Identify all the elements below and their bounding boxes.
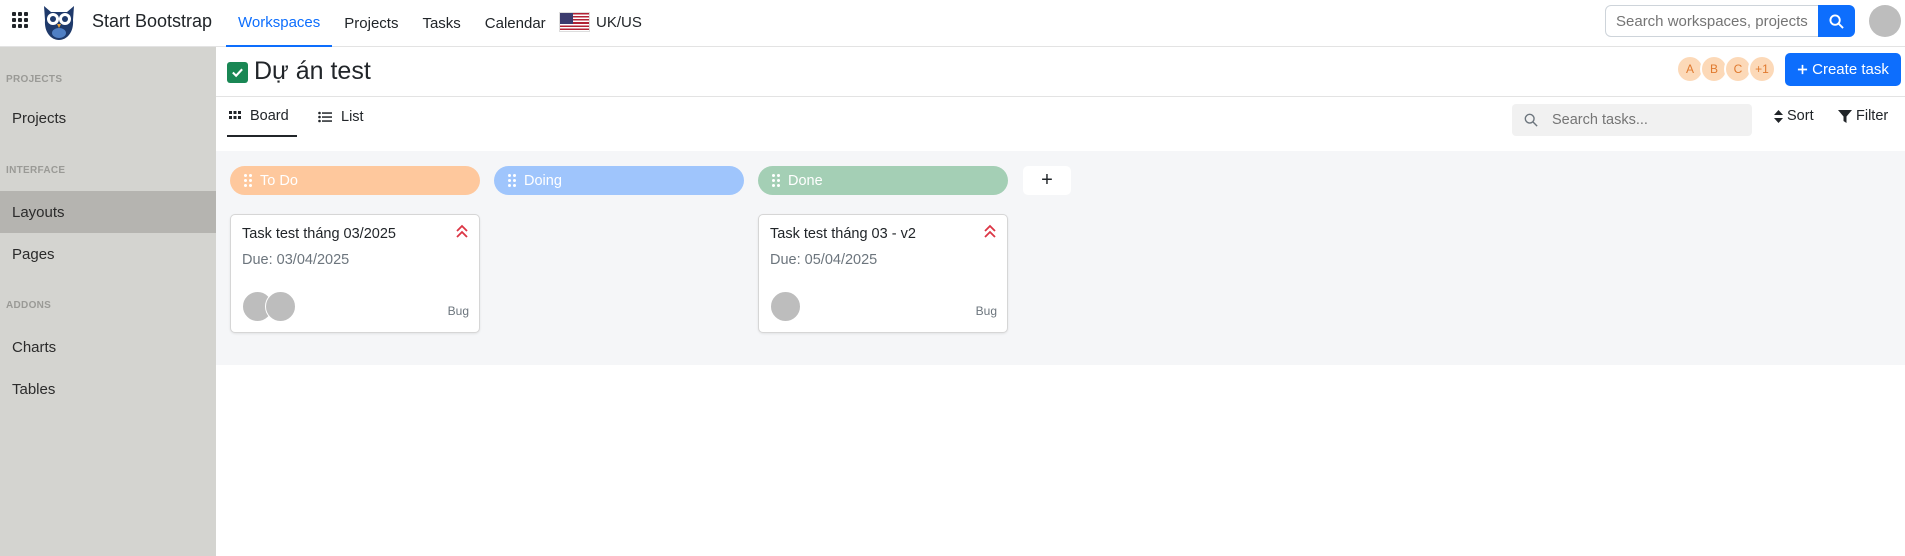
more-members-badge[interactable]: +1 [1748,55,1776,83]
nav-calendar[interactable]: Calendar [473,0,558,47]
drag-handle-icon[interactable] [508,174,516,187]
tab-board-label: Board [250,108,289,124]
task-search-input[interactable] [1552,112,1742,128]
task-due-date: Due: 05/04/2025 [770,252,878,268]
top-navbar: Start Bootstrap Workspaces Projects Task… [0,0,1905,47]
tab-list[interactable]: List [318,97,364,137]
owl-logo[interactable] [40,2,78,42]
create-task-label: Create task [1812,61,1889,78]
project-header: Dự án test A B C +1 Create task [216,47,1905,97]
plus-icon [1798,64,1808,75]
column-header-doing[interactable]: Doing [494,166,744,195]
sidebar-item-pages[interactable]: Pages [0,233,216,275]
task-search [1512,104,1752,136]
nav-workspaces[interactable]: Workspaces [226,0,333,47]
sidebar-heading-projects: PROJECTS [6,74,63,85]
search-icon [1829,13,1844,29]
nav-projects[interactable]: Projects [332,0,410,47]
high-priority-icon [456,224,468,238]
assignee-avatars [770,291,801,322]
sidebar-item-tables[interactable]: Tables [0,368,216,410]
sort-icon [1774,109,1783,123]
tab-board[interactable]: Board [227,97,297,137]
filter-icon [1838,109,1852,123]
board-toolbar: Board List Sort Filter [216,97,1905,151]
column-header-todo[interactable]: To Do [230,166,480,195]
sort-label: Sort [1787,108,1814,124]
high-priority-icon [984,224,996,238]
sidebar-item-charts[interactable]: Charts [0,326,216,368]
workspace-search-input[interactable] [1605,5,1819,37]
column-header-done[interactable]: Done [758,166,1008,195]
filter-label: Filter [1856,108,1889,124]
member-avatars[interactable]: A B C +1 [1676,55,1776,83]
create-task-button[interactable]: Create task [1785,53,1901,86]
sidebar-item-projects[interactable]: Projects [0,97,216,139]
locale-label: UK/US [596,13,642,31]
column-title: Doing [524,172,562,189]
nav-tasks[interactable]: Tasks [410,0,472,47]
brand-name[interactable]: Start Bootstrap [92,11,212,32]
column-title: Done [788,172,823,189]
sidebar-item-layouts[interactable]: Layouts [0,191,216,233]
assignee-avatars [242,291,296,322]
list-icon [318,111,332,123]
user-avatar[interactable] [1869,5,1901,37]
assignee-avatar[interactable] [770,291,801,322]
kanban-board: To Do Doing Done + Task test tháng 03/20… [216,151,1905,365]
task-title: Task test tháng 03/2025 [242,226,396,242]
checkbox-icon [227,62,248,83]
filter-button[interactable]: Filter [1838,108,1888,124]
search-icon [1524,113,1538,127]
task-tag: Bug [975,304,997,318]
task-due-date: Due: 03/04/2025 [242,252,350,268]
locale-selector[interactable]: UK/US [559,12,642,32]
column-title: To Do [260,172,298,189]
sidebar: PROJECTS Projects INTERFACE Layouts Page… [0,47,216,556]
task-card[interactable]: Task test tháng 03 - v2 Due: 05/04/2025 … [758,214,1008,333]
search-button[interactable] [1818,5,1855,37]
task-tag: Bug [447,304,469,318]
sidebar-heading-addons: ADDONS [6,300,52,311]
add-column-button[interactable]: + [1023,166,1071,195]
task-title: Task test tháng 03 - v2 [770,226,916,242]
tab-list-label: List [341,109,364,125]
drag-handle-icon[interactable] [244,174,252,187]
apps-grid-icon[interactable] [12,12,28,30]
board-icon [229,111,241,119]
sort-button[interactable]: Sort [1774,108,1814,124]
main-nav: Workspaces Projects Tasks Calendar [226,0,558,47]
page-title: Dự án test [254,57,371,85]
sidebar-heading-interface: INTERFACE [6,165,66,176]
us-flag-icon [559,12,590,32]
drag-handle-icon[interactable] [772,174,780,187]
task-card[interactable]: Task test tháng 03/2025 Due: 03/04/2025 … [230,214,480,333]
assignee-avatar[interactable] [265,291,296,322]
